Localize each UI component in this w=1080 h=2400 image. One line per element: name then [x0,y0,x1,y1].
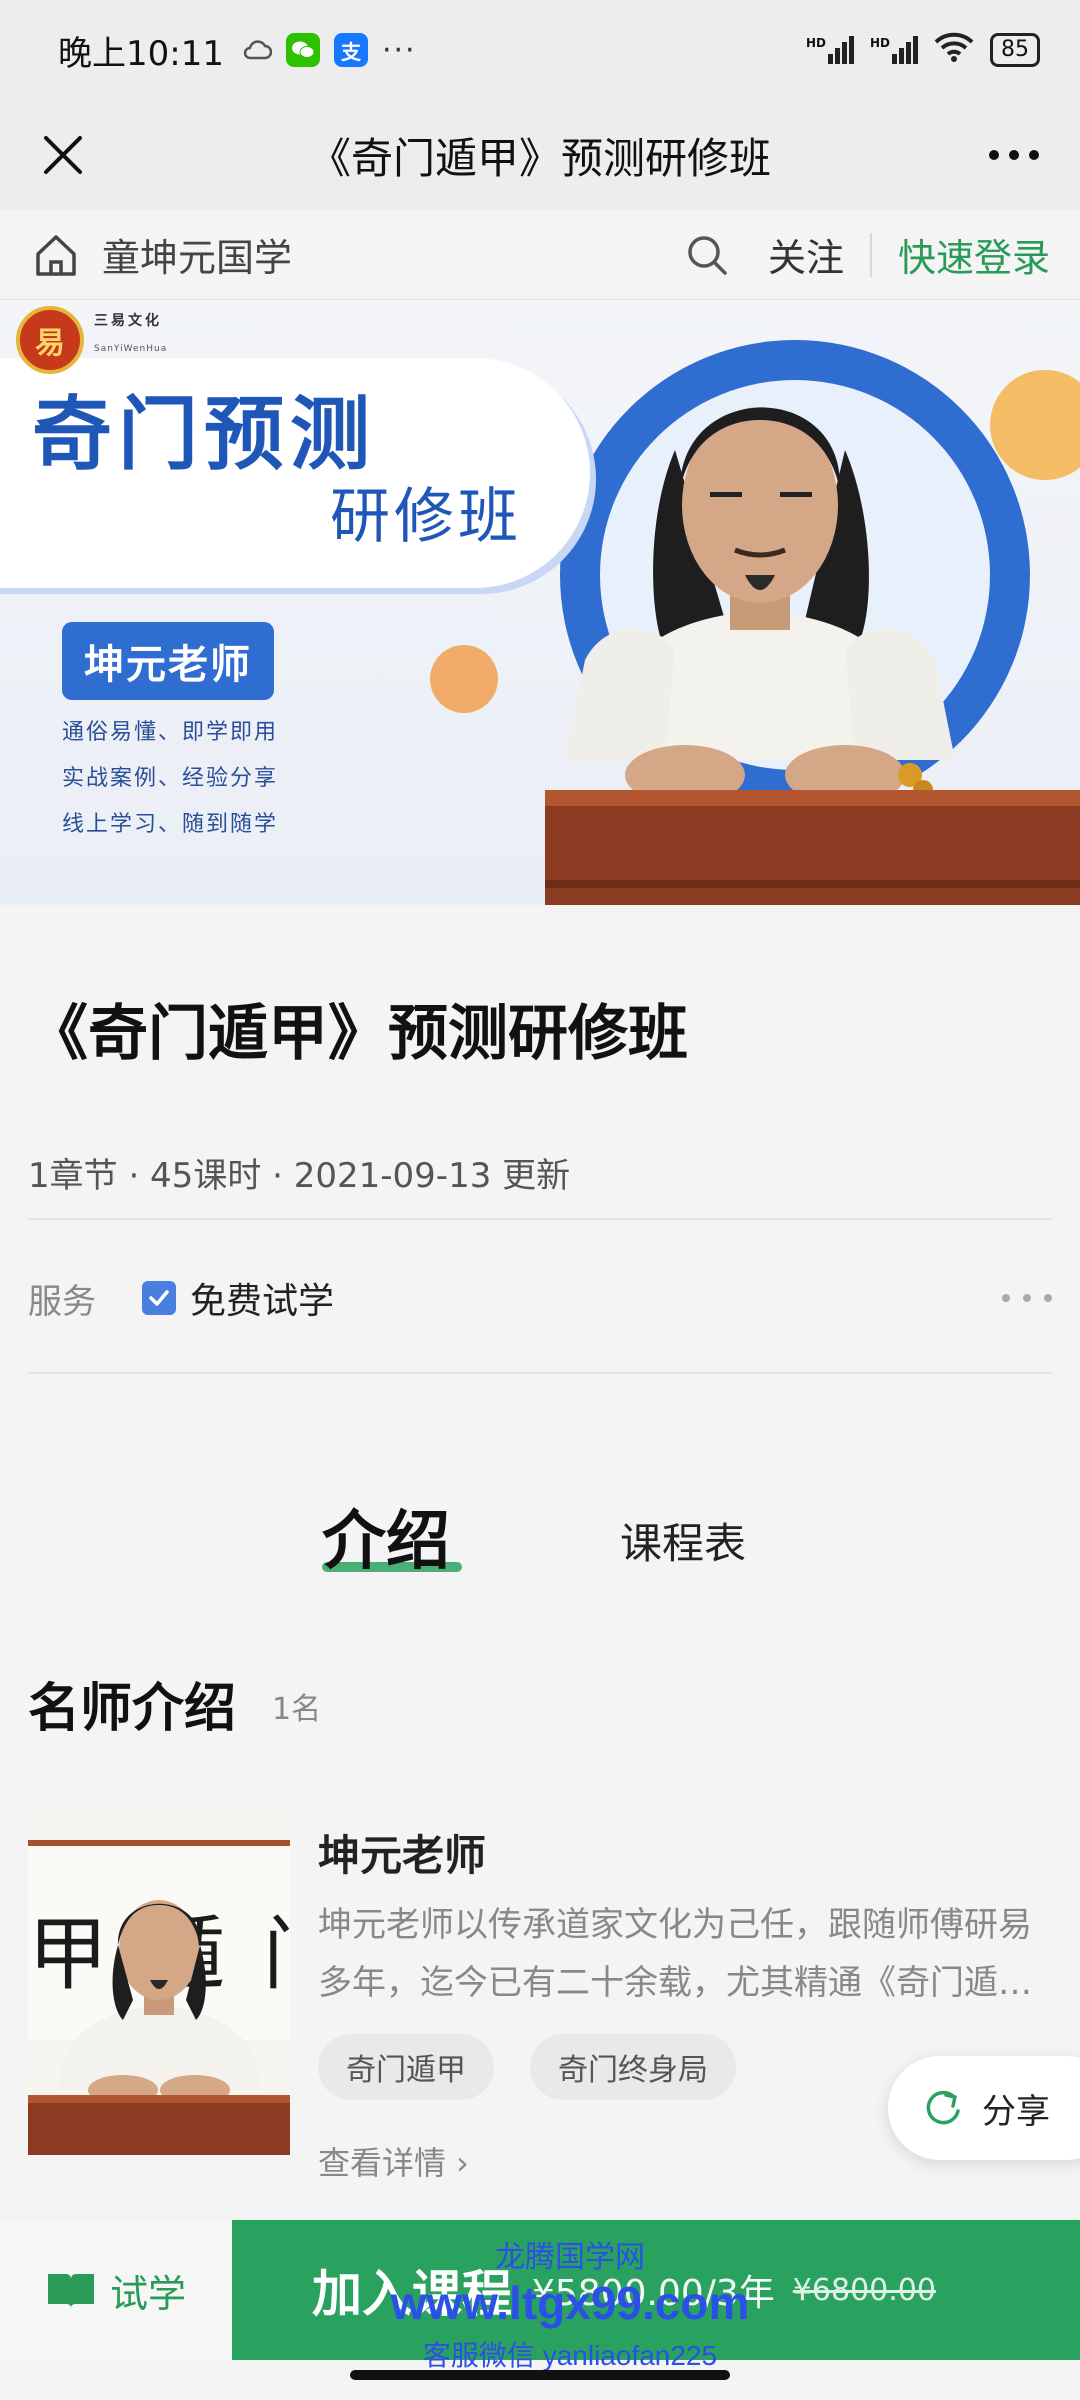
wifi-icon [934,32,974,69]
more-options-button[interactable] [984,130,1044,180]
tab-intro[interactable]: 介绍 [322,1490,450,1582]
battery-indicator: 85 [990,33,1040,67]
course-banner: 易 三易文化 SanYiWenHua 奇门预测 研修班 坤元老师 通俗易懂、即学… [0,300,1080,905]
teacher-tag: 奇门遁甲 [318,2034,494,2100]
banner-headline: 奇门预测 [32,388,376,481]
service-more-icon[interactable] [1002,1288,1052,1308]
teacher-description: 坤元老师以传承道家文化为己任，跟随师傅研易多年，迄今已有二十余载，尤其精通《奇门… [318,1905,1032,2003]
brand-logo: 易 [16,306,84,374]
alipay-icon: 支 [333,33,368,67]
signal-icon-2: HD [870,36,918,64]
teacher-tag: 奇门终身局 [530,2034,736,2100]
teacher-badge: 坤元老师 [62,622,274,700]
quick-login-button[interactable]: 快速登录 [898,227,1050,282]
book-icon [47,2274,94,2308]
service-row[interactable]: 服务 免费试学 [28,1270,1052,1326]
course-title: 《奇门遁甲》预测研修班 [28,999,688,1069]
teacher-avatar[interactable]: 甲 遁 门 奇 [28,1810,290,2155]
service-label: 服务 [28,1281,96,1322]
watermark-url: www.ltgx99.com [390,2277,750,2329]
signal-icon: HD [806,36,854,64]
trial-label: 试学 [109,2271,186,2316]
share-label: 分享 [982,2091,1050,2132]
brand-name-pinyin: SanYiWenHua [94,344,168,354]
page-title: 《奇门遁甲》预测研修班 [308,133,771,183]
brand-name: 三易文化 [94,313,162,329]
course-meta: 1章节 · 45课时 · 2021-09-13 更新 [28,1156,571,1196]
webview-title-bar: 《奇门遁甲》预测研修班 [0,100,1080,210]
banner-feature: 线上学习、随到随学 [62,812,279,837]
follow-button[interactable]: 关注 [768,227,844,282]
site-name[interactable]: 童坤元国学 [102,227,292,282]
banner-subheadline: 研修班 [330,482,522,552]
divider [28,1372,1052,1374]
status-app-icons: 支 ··· [242,33,417,68]
share-button[interactable]: 分享 [888,2056,1080,2160]
tab-schedule[interactable]: 课程表 [620,1510,746,1571]
status-time: 晚上10:11 [58,33,224,74]
teacher-photo [545,407,1080,905]
cloud-icon [242,35,272,65]
teacher-name[interactable]: 坤元老师 [318,1822,486,1883]
status-more-text: ··· [381,32,417,68]
status-bar: 晚上10:11 支 ··· HD HD 85 [0,0,1080,100]
home-button[interactable] [30,229,82,281]
divider [28,1218,1052,1220]
banner-orange-dot-small [430,645,498,713]
status-indicators: HD HD 85 [806,32,1040,69]
original-price: ¥6800.00 [792,2272,936,2308]
trial-button[interactable]: 试学 [0,2220,232,2360]
teacher-count: 1名 [272,1692,322,1727]
view-details-link[interactable]: 查看详情 › [318,2138,469,2184]
site-header: 童坤元国学 关注 快速登录 [0,210,1080,300]
service-free-trial: 免费试学 [190,1281,335,1322]
home-indicator[interactable] [350,2370,730,2380]
banner-feature: 通俗易懂、即学即用 [62,720,279,745]
header-divider [869,232,872,277]
watermark-contact: 客服微信 yanliaofan225 [422,2340,718,2371]
more-dots-icon [989,150,1039,160]
checkbox-icon [142,1281,176,1315]
search-button[interactable] [686,234,728,276]
search-icon [688,235,727,275]
home-icon [36,234,76,276]
wechat-icon [285,33,320,67]
close-icon [44,136,82,174]
share-icon [926,2090,960,2125]
close-button[interactable] [30,122,96,188]
watermark-site-name: 龙腾国学网 [495,2241,645,2274]
section-title: 名师介绍 [28,1679,237,1739]
banner-feature: 实战案例、经验分享 [62,766,279,791]
